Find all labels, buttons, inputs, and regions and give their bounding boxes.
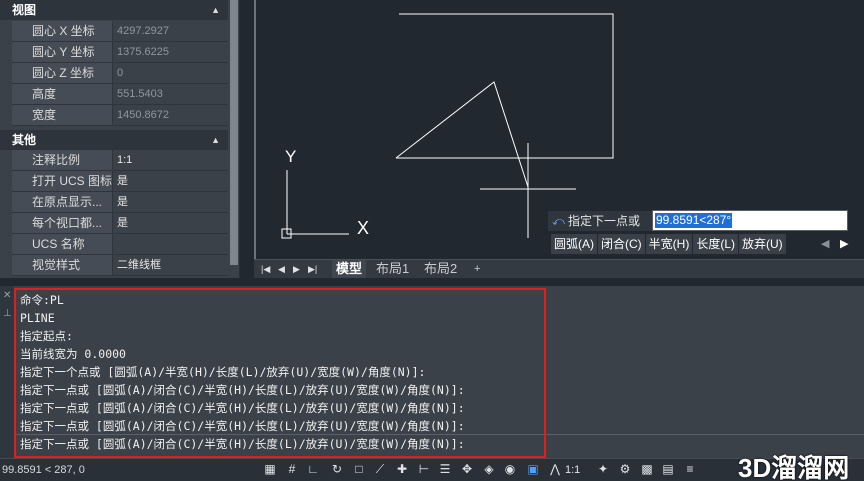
property-row[interactable]: 打开 UCS 图标 是 xyxy=(12,171,228,192)
pin-icon[interactable]: ⊥ xyxy=(3,308,12,319)
add-layout-button[interactable]: + xyxy=(470,260,484,278)
dyn-ucs-icon[interactable]: ▣ xyxy=(526,462,540,477)
property-row[interactable]: 在原点显示... 是 xyxy=(12,192,228,213)
isolate-icon[interactable]: ⚙ xyxy=(618,462,632,477)
options-next-icon[interactable]: ▶ xyxy=(840,234,848,254)
properties-panel: 视图 ▲ 圆心 X 坐标 4297.2927 圆心 Y 坐标 1375.6225… xyxy=(0,0,240,278)
option-close[interactable]: 闭合(C) xyxy=(598,234,646,254)
customize-icon[interactable]: ≡ xyxy=(683,462,697,477)
highlight-frame xyxy=(14,288,546,458)
watermark-logo: 3D溜溜网 xyxy=(738,453,850,481)
dyn-icon[interactable]: ⊢ xyxy=(417,462,431,477)
property-row[interactable]: 注释比例 1:1 xyxy=(12,150,228,171)
property-value[interactable]: 是 xyxy=(114,192,228,212)
workspace-icon[interactable]: ✦ xyxy=(596,462,610,477)
property-value[interactable] xyxy=(114,234,228,254)
section-header-other[interactable]: 其他 ▲ xyxy=(0,130,228,150)
hardware-accel-icon[interactable]: ▩ xyxy=(640,462,654,477)
command-prompt-icon: ⤺ xyxy=(552,214,565,228)
tab-prev-icon[interactable]: ◀ xyxy=(278,260,285,278)
ucs-y-label: Y xyxy=(285,147,296,166)
property-key: 打开 UCS 图标 xyxy=(12,171,113,191)
dynamic-prompt-text: 指定下一点或 xyxy=(568,214,641,228)
rectangle-polyline xyxy=(396,13,614,159)
selection-cycling-icon[interactable]: ◈ xyxy=(482,462,496,477)
option-arc[interactable]: 圆弧(A) xyxy=(551,234,598,254)
property-value[interactable]: 551.5403 xyxy=(114,84,228,104)
option-length[interactable]: 长度(L) xyxy=(693,234,740,254)
property-value[interactable]: 二维线框 xyxy=(114,255,228,275)
annotation-icon[interactable]: ⋀ xyxy=(548,462,562,477)
property-value[interactable]: 4297.2927 xyxy=(114,21,228,41)
section-title: 其他 xyxy=(12,133,37,147)
property-key: 高度 xyxy=(12,84,113,104)
option-undo[interactable]: 放弃(U) xyxy=(739,234,787,254)
property-key: 圆心 Z 坐标 xyxy=(12,63,113,83)
snap-grid-icon[interactable]: # xyxy=(285,462,299,477)
status-bar: 99.8591 < 287, 0 ▦ # ∟ ↻ □ ⟋ ✚ ⊢ ☰ ✥ ◈ ◉… xyxy=(0,458,864,481)
dynamic-input-value[interactable]: 99.8591<287° xyxy=(655,213,733,228)
close-icon[interactable]: ✕ xyxy=(3,290,11,301)
property-key: 在原点显示... xyxy=(12,192,113,212)
property-key: 圆心 X 坐标 xyxy=(12,21,113,41)
property-key: 注释比例 xyxy=(12,150,113,170)
layout-tab-bar: |◀ ◀ ▶ ▶| 模型 布局1 布局2 + xyxy=(254,259,864,278)
lineweight-icon[interactable]: ☰ xyxy=(438,462,452,477)
property-row[interactable]: 圆心 Y 坐标 1375.6225 xyxy=(12,42,228,63)
property-key: UCS 名称 xyxy=(12,234,113,254)
grid-icon[interactable]: ▦ xyxy=(263,462,277,477)
property-value[interactable]: 1375.6225 xyxy=(114,42,228,62)
property-key: 视觉样式 xyxy=(12,255,113,275)
tab-next-icon[interactable]: ▶ xyxy=(293,260,300,278)
property-row[interactable]: 每个视口都... 是 xyxy=(12,213,228,234)
property-value[interactable]: 1:1 xyxy=(114,150,228,170)
section-title: 视图 xyxy=(12,3,37,17)
ucs-x-label: X xyxy=(357,218,369,238)
section-header-view[interactable]: 视图 ▲ xyxy=(0,0,228,20)
property-row[interactable]: 高度 551.5403 xyxy=(12,84,228,105)
ducs-icon[interactable]: ✚ xyxy=(395,462,409,477)
dynamic-input-prompt: ⤺ 指定下一点或 xyxy=(548,211,652,231)
property-value[interactable]: 是 xyxy=(114,171,228,191)
drawing-viewport[interactable]: Y X ⤺ 指定下一点或 99.8591<287° 圆弧(A) 闭合(C) 半宽… xyxy=(254,0,864,259)
property-row[interactable]: 圆心 Z 坐标 0 xyxy=(12,63,228,84)
collapse-arrow-icon[interactable]: ▲ xyxy=(211,130,220,150)
polar-icon[interactable]: ↻ xyxy=(330,462,344,477)
otrack-icon[interactable]: ⟋ xyxy=(373,462,387,477)
osnap-icon[interactable]: □ xyxy=(352,462,366,477)
tab-model[interactable]: 模型 xyxy=(332,260,367,278)
dynamic-options-bar: 圆弧(A) 闭合(C) 半宽(H) 长度(L) 放弃(U) xyxy=(551,234,787,254)
property-row[interactable]: 视觉样式 二维线框 xyxy=(12,255,228,276)
property-key: 圆心 Y 坐标 xyxy=(12,42,113,62)
property-value[interactable]: 是 xyxy=(114,213,228,233)
property-row[interactable]: 宽度 1450.8672 xyxy=(12,105,228,126)
coordinate-readout[interactable]: 99.8591 < 287, 0 xyxy=(2,459,85,481)
property-row[interactable]: UCS 名称 xyxy=(12,234,228,255)
command-window-handle[interactable]: ✕ ⊥ xyxy=(0,286,14,458)
properties-scrollbar[interactable] xyxy=(230,0,238,265)
ortho-icon[interactable]: ∟ xyxy=(306,462,320,477)
tab-first-icon[interactable]: |◀ xyxy=(261,260,270,278)
property-key: 每个视口都... xyxy=(12,213,113,233)
property-value[interactable]: 1450.8672 xyxy=(114,105,228,125)
3d-osnap-icon[interactable]: ◉ xyxy=(503,462,517,477)
collapse-arrow-icon[interactable]: ▲ xyxy=(211,0,220,20)
property-row[interactable]: 圆心 X 坐标 4297.2927 xyxy=(12,21,228,42)
clean-screen-icon[interactable]: ▤ xyxy=(661,462,675,477)
transparency-icon[interactable]: ✥ xyxy=(460,462,474,477)
command-window: ✕ ⊥ 命令:PL PLINE 指定起点: 当前线宽为 0.0000 指定下一个… xyxy=(0,286,864,458)
property-value[interactable]: 0 xyxy=(114,63,228,83)
property-key: 宽度 xyxy=(12,105,113,125)
triangle-polyline xyxy=(395,81,529,188)
annotation-scale[interactable]: 1:1 xyxy=(565,459,580,481)
dynamic-input-field[interactable]: 99.8591<287° xyxy=(652,210,848,231)
options-prev-icon[interactable]: ◀ xyxy=(821,234,829,254)
tab-layout2[interactable]: 布局2 xyxy=(420,260,461,278)
tab-layout1[interactable]: 布局1 xyxy=(372,260,413,278)
tab-last-icon[interactable]: ▶| xyxy=(308,260,317,278)
option-halfwidth[interactable]: 半宽(H) xyxy=(645,234,694,254)
options-scroll: ◀ ▶ xyxy=(817,234,857,254)
